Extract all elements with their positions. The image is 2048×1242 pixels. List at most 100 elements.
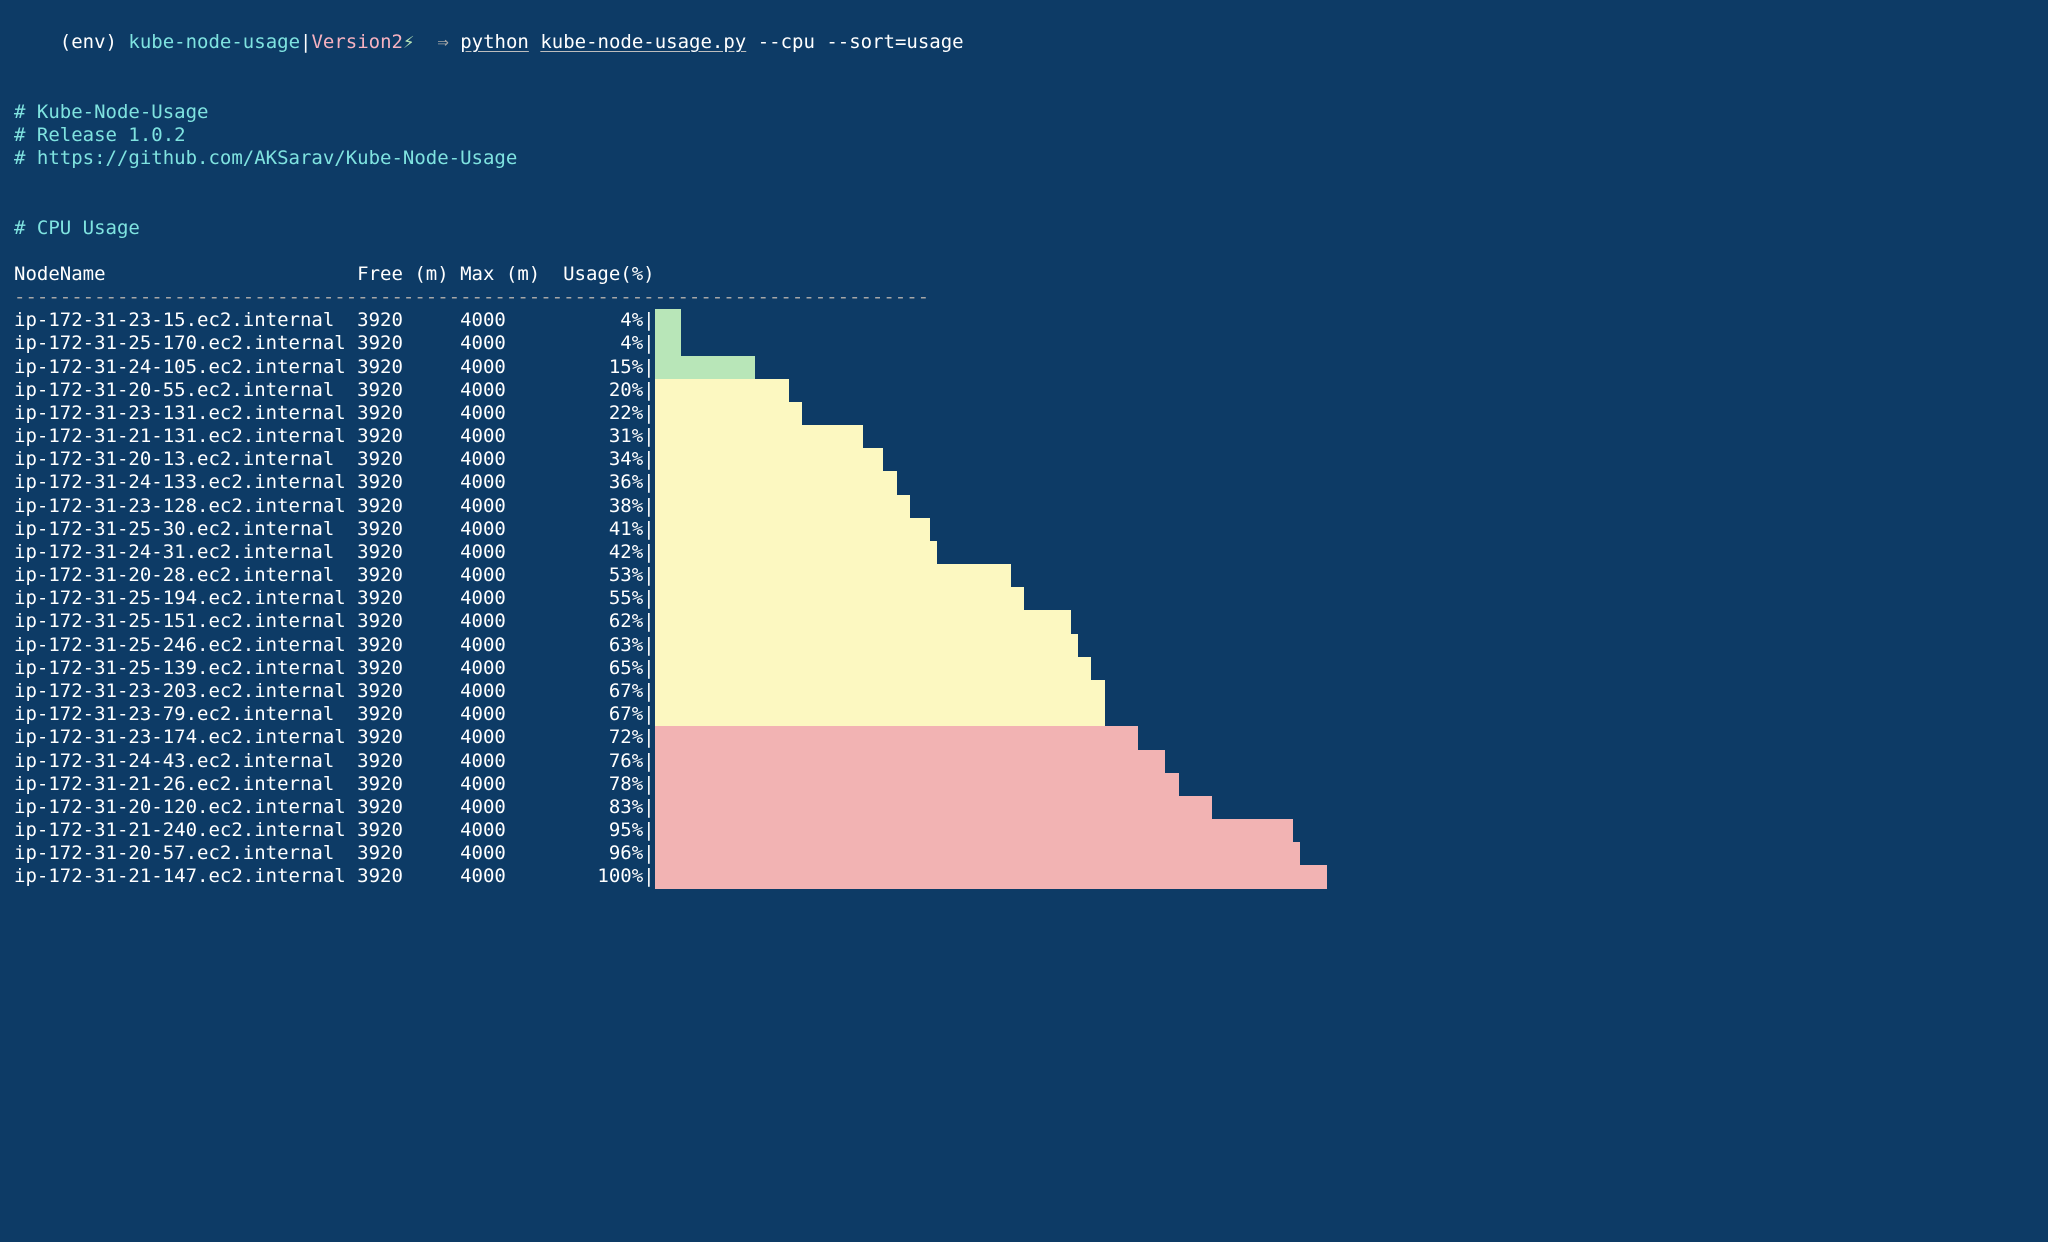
usage-bar — [655, 819, 1327, 842]
table-row: ip-172-31-24-31.ec2.internal 3920 4000 4… — [14, 541, 2034, 564]
table-row: ip-172-31-25-246.ec2.internal 3920 4000 … — [14, 634, 2034, 657]
blank-line — [14, 240, 2034, 263]
usage-bar — [655, 726, 1327, 749]
table-header: NodeName Free (m) Max (m) Usage(%) — [14, 263, 2034, 286]
usage-bar-fill — [655, 356, 756, 379]
blank-line — [14, 78, 2034, 101]
usage-bar — [655, 448, 1327, 471]
cmd-python: python — [460, 31, 529, 53]
usage-bar — [655, 541, 1327, 564]
usage-bar — [655, 587, 1327, 610]
table-row: ip-172-31-23-174.ec2.internal 3920 4000 … — [14, 726, 2034, 749]
prompt-repo: kube-node-usage — [128, 31, 300, 53]
lightning-icon: ⚡ — [403, 31, 414, 53]
row-cells: ip-172-31-20-120.ec2.internal 3920 4000 … — [14, 796, 655, 819]
prompt-arrow-icon: ⇒ — [437, 31, 448, 53]
usage-bar-fill — [655, 819, 1293, 842]
prompt-pipe: | — [300, 31, 311, 53]
row-cells: ip-172-31-21-131.ec2.internal 3920 4000 … — [14, 425, 655, 448]
row-cells: ip-172-31-25-151.ec2.internal 3920 4000 … — [14, 610, 655, 633]
row-cells: ip-172-31-20-57.ec2.internal 3920 4000 9… — [14, 842, 655, 865]
usage-bar-fill — [655, 425, 863, 448]
row-cells: ip-172-31-25-139.ec2.internal 3920 4000 … — [14, 657, 655, 680]
banner-line-1: # Kube-Node-Usage — [14, 101, 2034, 124]
row-cells: ip-172-31-23-79.ec2.internal 3920 4000 6… — [14, 703, 655, 726]
section-title: # CPU Usage — [14, 217, 2034, 240]
table-body: ip-172-31-23-15.ec2.internal 3920 4000 4… — [14, 309, 2034, 888]
usage-bar — [655, 796, 1327, 819]
usage-bar-fill — [655, 773, 1179, 796]
table-row: ip-172-31-21-26.ec2.internal 3920 4000 7… — [14, 773, 2034, 796]
table-row: ip-172-31-24-105.ec2.internal 3920 4000 … — [14, 356, 2034, 379]
usage-bar — [655, 865, 1327, 888]
usage-bar — [655, 471, 1327, 494]
table-row: ip-172-31-20-13.ec2.internal 3920 4000 3… — [14, 448, 2034, 471]
table-row: ip-172-31-21-147.ec2.internal 3920 4000 … — [14, 865, 2034, 888]
table-row: ip-172-31-23-128.ec2.internal 3920 4000 … — [14, 495, 2034, 518]
usage-bar — [655, 356, 1327, 379]
usage-bar — [655, 773, 1327, 796]
usage-bar-fill — [655, 518, 931, 541]
row-cells: ip-172-31-21-147.ec2.internal 3920 4000 … — [14, 865, 655, 888]
usage-bar-fill — [655, 750, 1166, 773]
usage-bar — [655, 610, 1327, 633]
usage-bar-fill — [655, 657, 1092, 680]
table-row: ip-172-31-20-28.ec2.internal 3920 4000 5… — [14, 564, 2034, 587]
prompt-line[interactable]: (env) kube-node-usage|Version2⚡ ⇒ python… — [14, 8, 2034, 78]
blank-line — [14, 193, 2034, 216]
table-row: ip-172-31-25-151.ec2.internal 3920 4000 … — [14, 610, 2034, 633]
usage-bar-fill — [655, 865, 1327, 888]
prompt-env: (env) — [60, 31, 117, 53]
row-cells: ip-172-31-24-133.ec2.internal 3920 4000 … — [14, 471, 655, 494]
usage-bar — [655, 657, 1327, 680]
table-row: ip-172-31-23-79.ec2.internal 3920 4000 6… — [14, 703, 2034, 726]
usage-bar — [655, 518, 1327, 541]
usage-bar-fill — [655, 471, 897, 494]
table-row: ip-172-31-20-57.ec2.internal 3920 4000 9… — [14, 842, 2034, 865]
usage-bar — [655, 379, 1327, 402]
usage-bar-fill — [655, 402, 803, 425]
row-cells: ip-172-31-21-240.ec2.internal 3920 4000 … — [14, 819, 655, 842]
table-row: ip-172-31-20-55.ec2.internal 3920 4000 2… — [14, 379, 2034, 402]
usage-bar — [655, 750, 1327, 773]
usage-bar-fill — [655, 610, 1072, 633]
usage-bar — [655, 425, 1327, 448]
row-cells: ip-172-31-24-31.ec2.internal 3920 4000 4… — [14, 541, 655, 564]
usage-bar-fill — [655, 726, 1139, 749]
row-cells: ip-172-31-23-128.ec2.internal 3920 4000 … — [14, 495, 655, 518]
usage-bar — [655, 332, 1327, 355]
row-cells: ip-172-31-23-15.ec2.internal 3920 4000 4… — [14, 309, 655, 332]
table-row: ip-172-31-21-240.ec2.internal 3920 4000 … — [14, 819, 2034, 842]
table-row: ip-172-31-23-131.ec2.internal 3920 4000 … — [14, 402, 2034, 425]
usage-bar — [655, 495, 1327, 518]
usage-bar-fill — [655, 448, 883, 471]
table-row: ip-172-31-25-139.ec2.internal 3920 4000 … — [14, 657, 2034, 680]
table-row: ip-172-31-25-170.ec2.internal 3920 4000 … — [14, 332, 2034, 355]
row-cells: ip-172-31-25-30.ec2.internal 3920 4000 4… — [14, 518, 655, 541]
usage-bar-fill — [655, 842, 1300, 865]
usage-bar — [655, 634, 1327, 657]
table-row: ip-172-31-23-15.ec2.internal 3920 4000 4… — [14, 309, 2034, 332]
banner-line-2: # Release 1.0.2 — [14, 124, 2034, 147]
table-row: ip-172-31-24-133.ec2.internal 3920 4000 … — [14, 471, 2034, 494]
row-cells: ip-172-31-20-55.ec2.internal 3920 4000 2… — [14, 379, 655, 402]
banner-line-3: # https://github.com/AKSarav/Kube-Node-U… — [14, 147, 2034, 170]
usage-bar-fill — [655, 332, 682, 355]
table-divider: ----------------------------------------… — [14, 286, 2034, 309]
blank-line — [14, 170, 2034, 193]
usage-bar-fill — [655, 379, 789, 402]
usage-bar-fill — [655, 309, 682, 332]
row-cells: ip-172-31-23-203.ec2.internal 3920 4000 … — [14, 680, 655, 703]
usage-bar-fill — [655, 703, 1105, 726]
row-cells: ip-172-31-20-13.ec2.internal 3920 4000 3… — [14, 448, 655, 471]
row-cells: ip-172-31-24-105.ec2.internal 3920 4000 … — [14, 356, 655, 379]
row-cells: ip-172-31-21-26.ec2.internal 3920 4000 7… — [14, 773, 655, 796]
row-cells: ip-172-31-24-43.ec2.internal 3920 4000 7… — [14, 750, 655, 773]
cmd-script: kube-node-usage.py — [540, 31, 746, 53]
row-cells: ip-172-31-25-246.ec2.internal 3920 4000 … — [14, 634, 655, 657]
usage-bar-fill — [655, 587, 1025, 610]
terminal-window[interactable]: (env) kube-node-usage|Version2⚡ ⇒ python… — [0, 0, 2048, 897]
table-row: ip-172-31-24-43.ec2.internal 3920 4000 7… — [14, 750, 2034, 773]
row-cells: ip-172-31-23-131.ec2.internal 3920 4000 … — [14, 402, 655, 425]
usage-bar-fill — [655, 541, 937, 564]
